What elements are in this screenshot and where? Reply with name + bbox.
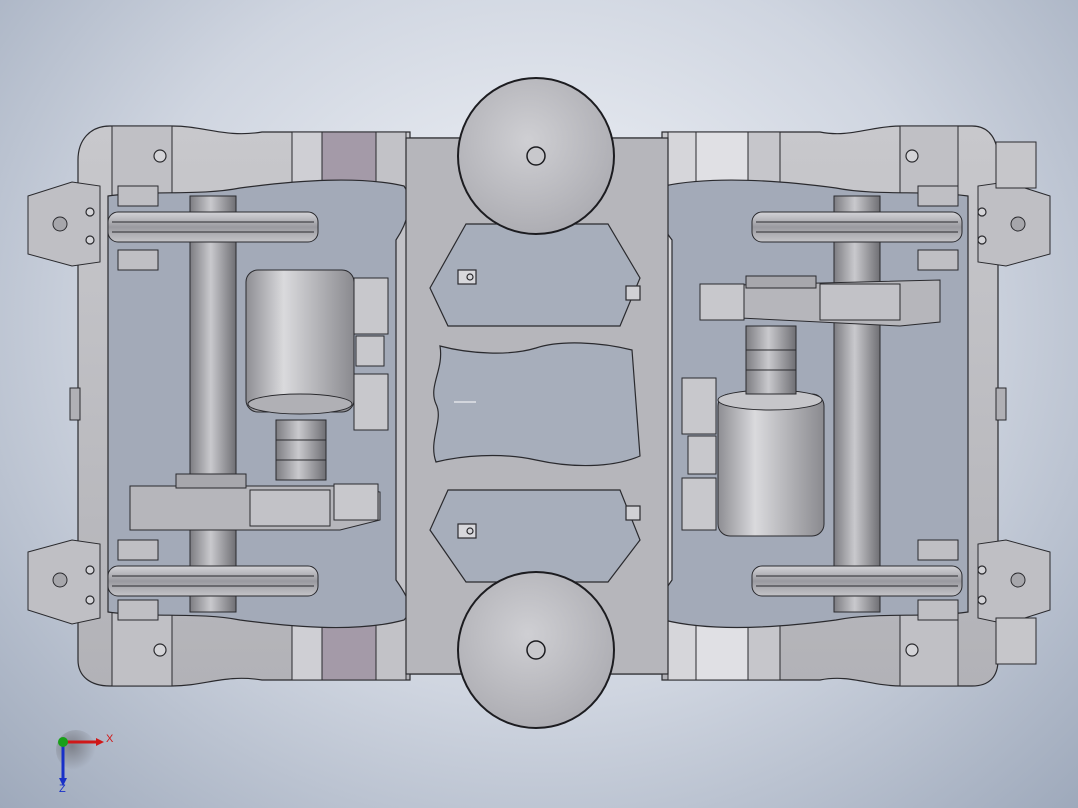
right-axle[interactable] bbox=[833, 195, 881, 613]
bottom-center-disc[interactable] bbox=[457, 571, 615, 729]
left-top-wheel[interactable] bbox=[107, 211, 319, 243]
cad-viewport[interactable]: X Z bbox=[0, 0, 1078, 808]
left-bottom-wheel[interactable] bbox=[107, 565, 319, 597]
right-bottom-wheel[interactable] bbox=[751, 565, 963, 597]
y-axis-dot bbox=[58, 737, 68, 747]
top-center-disc[interactable] bbox=[457, 77, 615, 235]
x-axis-label: X bbox=[106, 733, 114, 745]
left-axle[interactable] bbox=[189, 195, 237, 613]
bogie-model-view[interactable] bbox=[0, 0, 1078, 808]
right-top-wheel[interactable] bbox=[751, 211, 963, 243]
x-axis-arrowhead bbox=[96, 738, 104, 746]
z-axis-label: Z bbox=[59, 783, 66, 792]
orientation-triad[interactable]: X Z bbox=[50, 728, 120, 792]
